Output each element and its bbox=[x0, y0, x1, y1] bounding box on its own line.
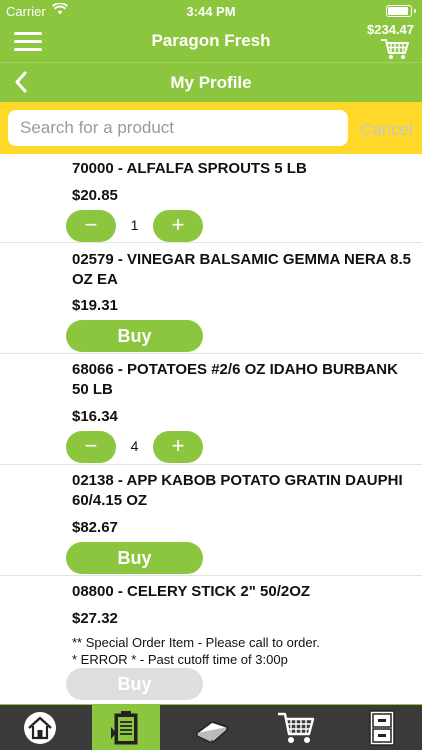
list-item: 02138 - APP KABOB POTATO GRATIN DAUPHI 6… bbox=[0, 465, 422, 576]
decrement-button[interactable]: − bbox=[66, 431, 116, 463]
app-title: Paragon Fresh bbox=[151, 31, 271, 50]
product-price: $82.67 bbox=[72, 519, 118, 536]
quantity-value[interactable]: 1 bbox=[116, 217, 153, 233]
product-title: 02138 - APP KABOB POTATO GRATIN DAUPHI 6… bbox=[72, 472, 403, 509]
decrement-button[interactable]: − bbox=[66, 210, 116, 242]
tab-catalog[interactable] bbox=[178, 705, 246, 750]
tab-cart[interactable] bbox=[262, 705, 330, 750]
quantity-stepper: − 4 + bbox=[66, 431, 203, 463]
list-item: 70000 - ALFALFA SPROUTS 5 LB $20.85 − 1 … bbox=[0, 154, 422, 243]
tab-home[interactable] bbox=[6, 705, 74, 750]
cart-total[interactable]: $234.47 bbox=[367, 22, 414, 37]
product-list[interactable]: 70000 - ALFALFA SPROUTS 5 LB $20.85 − 1 … bbox=[0, 154, 422, 704]
error-note: * ERROR * - Past cutoff time of 3:00p bbox=[72, 652, 288, 667]
list-item: 08800 - CELERY STICK 2" 50/2OZ $27.32 **… bbox=[0, 576, 422, 704]
product-title: 70000 - ALFALFA SPROUTS 5 LB bbox=[72, 160, 307, 177]
quantity-stepper: − 1 + bbox=[66, 210, 203, 242]
product-title: 08800 - CELERY STICK 2" 50/2OZ bbox=[72, 583, 311, 600]
product-title: 02579 - VINEGAR BALSAMIC GEMMA NERA 8.5 … bbox=[72, 251, 411, 288]
home-icon bbox=[24, 712, 56, 744]
status-bar: Carrier 3:44 PM bbox=[0, 0, 422, 22]
increment-button[interactable]: + bbox=[153, 431, 203, 463]
special-order-note: ** Special Order Item - Please call to o… bbox=[72, 635, 320, 650]
list-item: 68066 - POTATOES #2/6 OZ IDAHO BURBANK 5… bbox=[0, 354, 422, 465]
page-title: My Profile bbox=[170, 73, 252, 92]
product-price: $19.31 bbox=[72, 297, 118, 314]
shopping-cart-icon bbox=[278, 712, 315, 743]
battery-icon bbox=[386, 5, 416, 17]
increment-button[interactable]: + bbox=[153, 210, 203, 242]
list-item: 02579 - VINEGAR BALSAMIC GEMMA NERA 8.5 … bbox=[0, 243, 422, 354]
status-time: 3:44 PM bbox=[186, 4, 236, 19]
tab-orders[interactable] bbox=[348, 705, 416, 750]
buy-button[interactable]: Buy bbox=[66, 320, 203, 352]
product-price: $27.32 bbox=[72, 610, 118, 627]
buy-button[interactable]: Buy bbox=[66, 542, 203, 574]
cancel-button[interactable]: Cancel bbox=[360, 120, 413, 140]
book-icon bbox=[195, 721, 229, 743]
search-input[interactable] bbox=[8, 110, 348, 146]
tab-bar bbox=[0, 704, 422, 750]
file-cabinet-icon bbox=[369, 710, 395, 746]
product-price: $20.85 bbox=[72, 187, 118, 204]
buy-button-disabled: Buy bbox=[66, 668, 203, 700]
clipboard-list-icon bbox=[111, 711, 138, 745]
app-header: Paragon Fresh $234.47 bbox=[0, 22, 422, 62]
product-title: 68066 - POTATOES #2/6 OZ IDAHO BURBANK 5… bbox=[72, 361, 398, 398]
shopping-cart-icon[interactable] bbox=[380, 38, 410, 65]
profile-header: My Profile bbox=[0, 62, 422, 102]
product-price: $16.34 bbox=[72, 408, 118, 425]
tab-order-guide[interactable] bbox=[92, 705, 160, 750]
quantity-value[interactable]: 4 bbox=[116, 438, 153, 454]
search-bar: Cancel bbox=[0, 102, 422, 154]
